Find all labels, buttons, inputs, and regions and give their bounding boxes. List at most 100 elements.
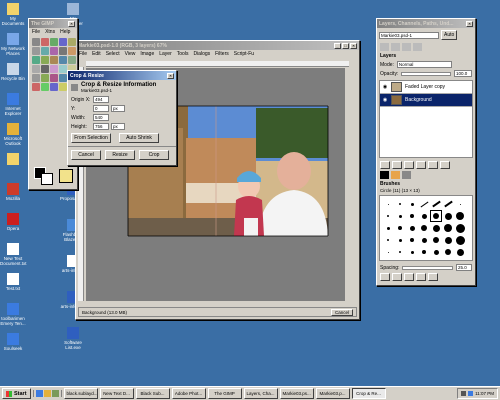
taskbar-task-button[interactable]: Crop & Re...	[351, 388, 386, 399]
pattern-preview[interactable]	[59, 169, 73, 183]
menu-item[interactable]: Xtns	[45, 29, 55, 35]
menu-item[interactable]: Tools	[177, 51, 189, 57]
brush-item[interactable]	[407, 247, 417, 257]
gradients-tab-icon[interactable]	[402, 171, 411, 179]
brush-duplicate-button[interactable]	[392, 273, 402, 281]
crop-titlebar[interactable]: Crop & Resize ×	[68, 71, 176, 80]
tool-icon[interactable]	[68, 38, 76, 46]
menu-item[interactable]: File	[79, 51, 87, 57]
origin-unit-select[interactable]: px	[111, 105, 125, 112]
menu-item[interactable]: Script-Fu	[234, 51, 254, 57]
menu-item[interactable]: Layer	[159, 51, 172, 57]
brush-item[interactable]	[419, 247, 429, 257]
taskbar-task-button[interactable]: New Text D...	[99, 388, 134, 399]
taskbar-task-button[interactable]: Layers, Cha...	[243, 388, 278, 399]
brush-item[interactable]	[407, 211, 417, 221]
tool-icon[interactable]	[59, 47, 67, 55]
tool-icon[interactable]	[41, 56, 49, 64]
brush-item[interactable]	[383, 247, 393, 257]
tool-icon[interactable]	[32, 74, 40, 82]
desktop-icon[interactable]: Opera	[0, 213, 26, 231]
brush-item[interactable]	[407, 199, 417, 209]
desktop-icon[interactable]: Microsoft Outlook	[0, 123, 26, 146]
brush-item[interactable]	[430, 210, 442, 222]
taskbar-task-button[interactable]: Markie03.p...	[315, 388, 350, 399]
height-input[interactable]: 756	[93, 123, 109, 130]
taskbar-task-button[interactable]: Markie03.ps...	[279, 388, 314, 399]
eye-icon[interactable]: ◉	[382, 97, 388, 103]
layer-row[interactable]: ◉ Background	[380, 94, 472, 107]
tool-icon[interactable]	[32, 83, 40, 91]
brush-item[interactable]	[395, 223, 405, 233]
menu-item[interactable]: File	[32, 29, 40, 35]
desktop-icon[interactable]: Mozilla	[0, 183, 26, 201]
layer-row[interactable]: ◉ Faded Layer copy	[380, 81, 472, 94]
tool-icon[interactable]	[59, 74, 67, 82]
brush-edit-button[interactable]	[404, 273, 414, 281]
brush-item[interactable]	[455, 247, 465, 257]
desktop-icon[interactable]: My Network Places	[0, 33, 26, 56]
menu-item[interactable]: Edit	[92, 51, 101, 57]
anchor-layer-button[interactable]	[428, 161, 438, 169]
menu-item[interactable]: Dialogs	[193, 51, 210, 57]
desktop-icon[interactable]: Internet Explorer	[0, 93, 26, 116]
undo-tab-icon[interactable]	[413, 43, 422, 51]
tool-icon[interactable]	[59, 38, 67, 46]
tool-icon[interactable]	[59, 65, 67, 73]
close-button[interactable]: ×	[167, 72, 174, 79]
desktop-icon[interactable]: New Text Document.txt	[0, 243, 27, 266]
brush-item[interactable]	[383, 199, 393, 209]
brush-item[interactable]	[395, 199, 405, 209]
brush-item[interactable]	[395, 211, 405, 221]
brush-item[interactable]	[455, 223, 465, 233]
brush-item[interactable]	[395, 247, 405, 257]
layers-titlebar[interactable]: Layers, Channels, Paths, Und... ×	[377, 19, 475, 28]
mode-select[interactable]: Normal	[396, 61, 452, 68]
opacity-slider[interactable]	[401, 71, 451, 76]
tool-icon[interactable]	[68, 47, 76, 55]
desktop-icon[interactable]: Software List.exe	[60, 327, 86, 350]
brush-item[interactable]	[455, 211, 465, 221]
delete-layer-button[interactable]	[440, 161, 450, 169]
tool-icon[interactable]	[59, 83, 67, 91]
origin-y-input[interactable]: 0	[93, 105, 109, 112]
ie-quick-icon[interactable]	[35, 390, 43, 397]
origin-x-input[interactable]: 494	[93, 96, 109, 103]
duplicate-layer-button[interactable]	[416, 161, 426, 169]
image-cancel-button[interactable]: Cancel	[330, 309, 353, 316]
menu-item[interactable]: Help	[60, 29, 70, 35]
auto-shrink-button[interactable]: Auto Shrink	[119, 133, 159, 143]
brush-delete-button[interactable]	[416, 273, 426, 281]
crop-cancel-button[interactable]: Cancel	[71, 150, 101, 160]
opacity-input[interactable]: 100.0	[454, 70, 472, 77]
brushes-tab-icon[interactable]	[380, 171, 389, 179]
background-color[interactable]	[41, 173, 53, 185]
tool-icon[interactable]	[41, 74, 49, 82]
brush-item[interactable]	[443, 247, 453, 257]
tool-icon[interactable]	[50, 38, 58, 46]
tool-icon[interactable]	[41, 38, 49, 46]
crop-confirm-button[interactable]: Crop	[139, 150, 169, 160]
spacing-slider[interactable]	[402, 265, 453, 270]
taskbar-task-button[interactable]: black.sublayd...	[63, 388, 98, 399]
desktop-icon[interactable]: Soulseek	[0, 333, 26, 351]
paths-tab-icon[interactable]	[402, 43, 411, 51]
tool-icon[interactable]	[68, 56, 76, 64]
channels-tab-icon[interactable]	[391, 43, 400, 51]
outlook-quick-icon[interactable]	[43, 390, 51, 397]
desktop-icon[interactable]: My Documents	[0, 3, 26, 26]
desktop-quick-icon[interactable]	[51, 390, 59, 397]
brush-item[interactable]	[395, 235, 405, 245]
brush-item[interactable]	[407, 235, 417, 245]
tool-icon[interactable]	[32, 56, 40, 64]
from-selection-button[interactable]: From Selection	[71, 133, 111, 143]
tool-icon[interactable]	[41, 65, 49, 73]
tool-icon[interactable]	[50, 56, 58, 64]
brush-item[interactable]	[443, 235, 453, 245]
taskbar-task-button[interactable]: Adobe Phot...	[171, 388, 206, 399]
close-button[interactable]: ×	[68, 20, 75, 27]
menu-item[interactable]: Image	[140, 51, 154, 57]
brush-item[interactable]	[383, 235, 393, 245]
tool-icon[interactable]	[41, 47, 49, 55]
tool-icon[interactable]	[32, 47, 40, 55]
